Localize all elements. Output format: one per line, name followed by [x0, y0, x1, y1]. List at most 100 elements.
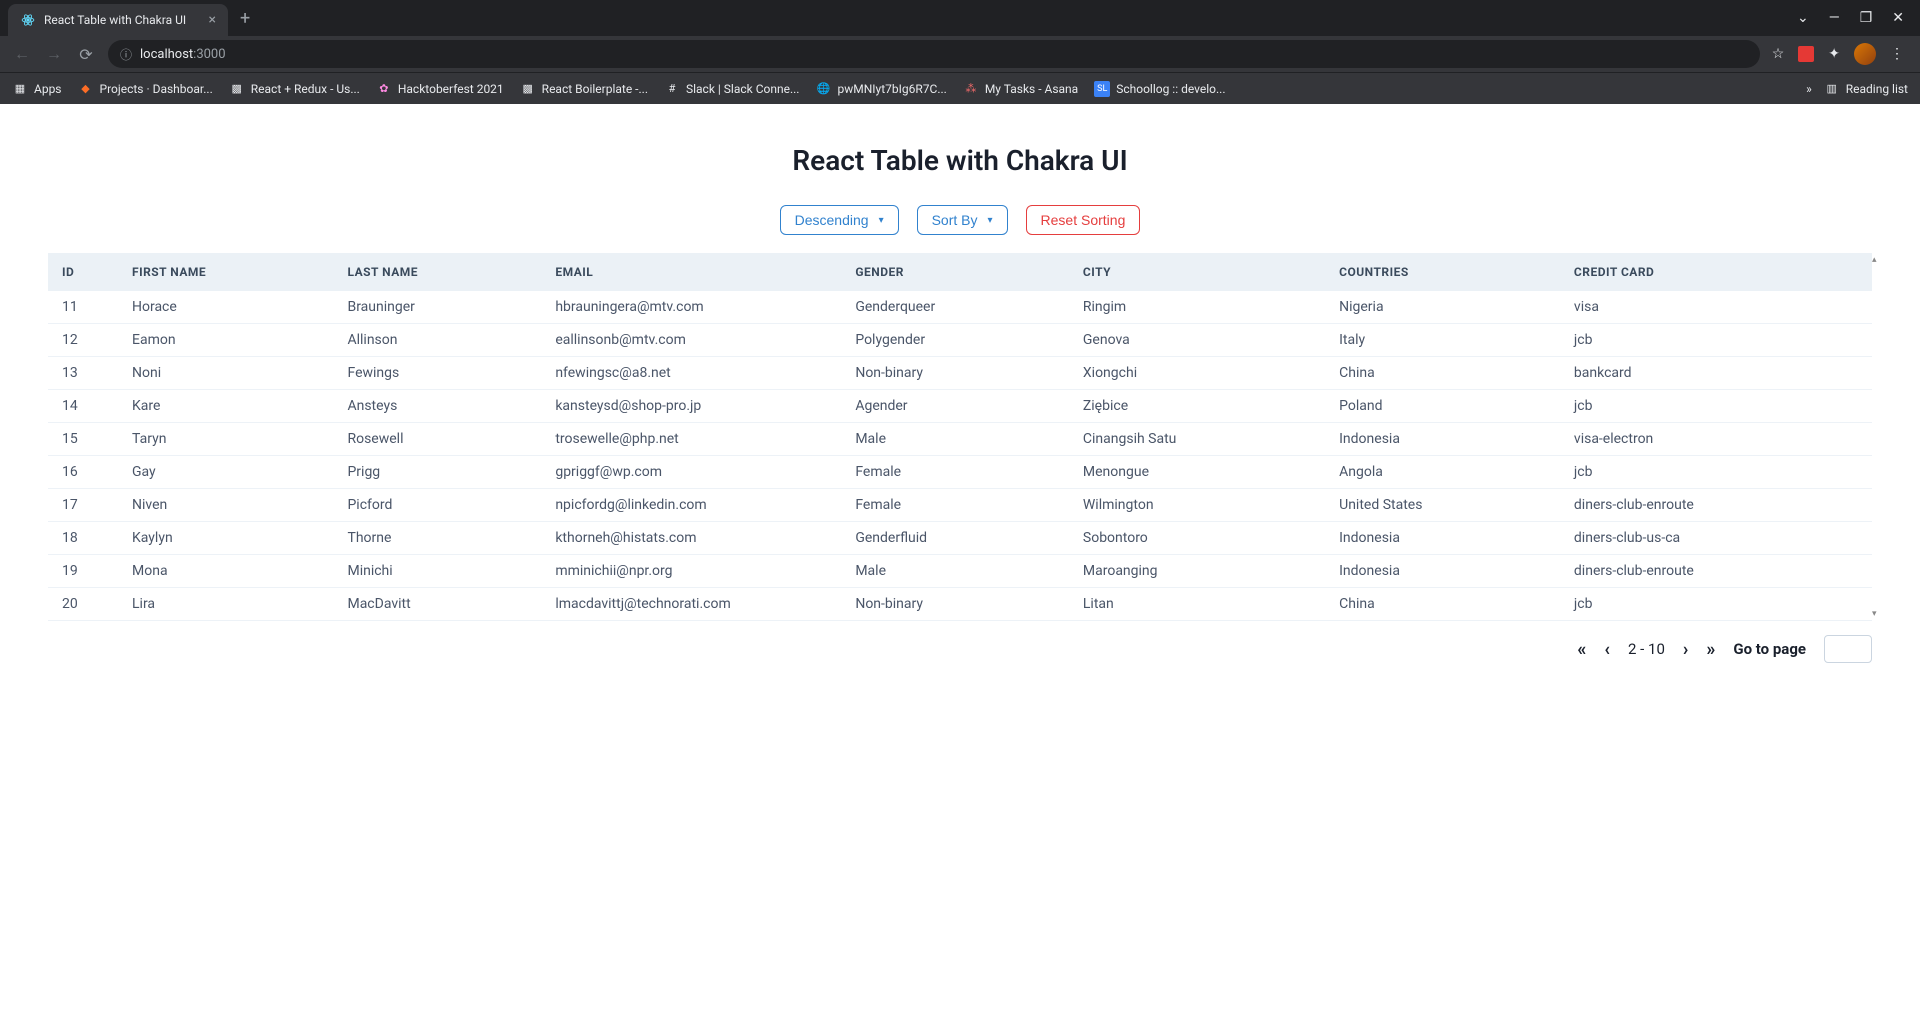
cell-cc: jcb	[1560, 456, 1872, 489]
descending-select[interactable]: Descending▾	[780, 205, 899, 235]
cell-last: Rosewell	[333, 423, 541, 456]
cell-city: Sobontoro	[1069, 522, 1325, 555]
minimize-icon[interactable]: ―	[1829, 10, 1840, 26]
col-city[interactable]: CITY	[1069, 253, 1325, 291]
bookmark-random[interactable]: 🌐pwMNIyt7bIg6R7C...	[815, 81, 946, 97]
close-window-icon[interactable]: ✕	[1892, 10, 1904, 26]
col-last-name[interactable]: LAST NAME	[333, 253, 541, 291]
cell-city: Litan	[1069, 588, 1325, 621]
bookmark-projects[interactable]: ◆Projects · Dashboar...	[78, 81, 213, 97]
extensions-icon[interactable]: ✦	[1828, 46, 1840, 62]
prev-page-button[interactable]: ‹	[1604, 639, 1610, 660]
cell-country: China	[1325, 588, 1560, 621]
star-icon[interactable]: ☆	[1772, 46, 1785, 62]
cell-city: Ringim	[1069, 291, 1325, 324]
sort-by-select[interactable]: Sort By▾	[917, 205, 1008, 235]
cell-id: 19	[48, 555, 118, 588]
address-bar[interactable]: ⓘ localhost:3000	[108, 40, 1760, 68]
info-icon: ⓘ	[120, 46, 132, 63]
cell-email: lmacdavittj@technorati.com	[541, 588, 841, 621]
browser-toolbar: ← → ⟳ ⓘ localhost:3000 ☆ ✦ ⋮	[0, 36, 1920, 72]
bookmark-asana[interactable]: ⁂My Tasks - Asana	[963, 81, 1078, 97]
cell-id: 15	[48, 423, 118, 456]
tab-title: React Table with Chakra UI	[44, 13, 201, 27]
scrollbar[interactable]: ▴ ▾	[1870, 253, 1882, 621]
cell-email: kansteysd@shop-pro.jp	[541, 390, 841, 423]
cell-id: 17	[48, 489, 118, 522]
cell-first: Niven	[118, 489, 333, 522]
cell-last: Brauninger	[333, 291, 541, 324]
cell-id: 12	[48, 324, 118, 357]
gitlab-icon: ◆	[78, 81, 94, 97]
avatar[interactable]	[1854, 43, 1876, 65]
cell-country: Indonesia	[1325, 423, 1560, 456]
cell-gender: Female	[841, 456, 1069, 489]
go-to-page-input[interactable]	[1824, 635, 1872, 663]
first-page-button[interactable]: «	[1577, 639, 1586, 660]
menu-icon[interactable]: ⋮	[1890, 46, 1904, 62]
table-row: 11HoraceBrauningerhbrauningera@mtv.comGe…	[48, 291, 1872, 324]
bookmark-apps[interactable]: ▦Apps	[12, 81, 62, 97]
cell-id: 11	[48, 291, 118, 324]
reload-icon[interactable]: ⟳	[76, 45, 96, 64]
globe-icon: 🌐	[815, 81, 831, 97]
last-page-button[interactable]: »	[1706, 639, 1715, 660]
table-row: 15TarynRosewelltrosewelle@php.netMaleCin…	[48, 423, 1872, 456]
cell-cc: jcb	[1560, 390, 1872, 423]
cell-first: Horace	[118, 291, 333, 324]
cell-cc: visa-electron	[1560, 423, 1872, 456]
cell-last: Minichi	[333, 555, 541, 588]
schoollog-icon: SL	[1094, 81, 1110, 97]
table-row: 16GayPrigggpriggf@wp.comFemaleMenongueAn…	[48, 456, 1872, 489]
col-first-name[interactable]: FIRST NAME	[118, 253, 333, 291]
cell-gender: Agender	[841, 390, 1069, 423]
close-icon[interactable]: ×	[209, 12, 216, 28]
cell-id: 20	[48, 588, 118, 621]
hacktoberfest-icon: ✿	[376, 81, 392, 97]
cell-city: Menongue	[1069, 456, 1325, 489]
cell-first: Taryn	[118, 423, 333, 456]
new-tab-button[interactable]: +	[228, 8, 262, 29]
cell-email: trosewelle@php.net	[541, 423, 841, 456]
cell-gender: Non-binary	[841, 588, 1069, 621]
col-credit-card[interactable]: CREDIT CARD	[1560, 253, 1872, 291]
scroll-down-icon[interactable]: ▾	[1872, 609, 1877, 619]
cell-cc: diners-club-enroute	[1560, 489, 1872, 522]
bookmark-react-redux[interactable]: ▩React + Redux - Us...	[229, 81, 360, 97]
cell-gender: Non-binary	[841, 357, 1069, 390]
cell-country: China	[1325, 357, 1560, 390]
next-page-button[interactable]: ›	[1683, 639, 1688, 660]
table-container: ID FIRST NAME LAST NAME EMAIL GENDER CIT…	[48, 253, 1872, 621]
back-icon[interactable]: ←	[12, 44, 32, 64]
scroll-up-icon[interactable]: ▴	[1872, 255, 1877, 265]
extension-icon[interactable]	[1798, 46, 1814, 62]
cell-gender: Male	[841, 555, 1069, 588]
page-content: React Table with Chakra UI Descending▾ S…	[0, 104, 1920, 683]
bookmark-boilerplate[interactable]: ▩React Boilerplate -...	[520, 81, 648, 97]
col-email[interactable]: EMAIL	[541, 253, 841, 291]
bookmark-hacktoberfest[interactable]: ✿Hacktoberfest 2021	[376, 81, 504, 97]
cell-email: eallinsonb@mtv.com	[541, 324, 841, 357]
cell-email: nfewingsc@a8.net	[541, 357, 841, 390]
cell-first: Gay	[118, 456, 333, 489]
cell-email: npicfordg@linkedin.com	[541, 489, 841, 522]
cell-first: Noni	[118, 357, 333, 390]
reading-list-button[interactable]: ▥Reading list	[1824, 81, 1908, 97]
url-text: localhost:3000	[140, 47, 226, 62]
col-id[interactable]: ID	[48, 253, 118, 291]
cell-gender: Genderqueer	[841, 291, 1069, 324]
browser-tab[interactable]: React Table with Chakra UI ×	[8, 4, 228, 36]
bookmark-schoollog[interactable]: SLSchoollog :: develo...	[1094, 81, 1225, 97]
chevron-down-icon[interactable]: ⌄	[1797, 10, 1809, 26]
forward-icon[interactable]: →	[44, 44, 64, 64]
col-gender[interactable]: GENDER	[841, 253, 1069, 291]
maximize-icon[interactable]: ❐	[1860, 10, 1873, 26]
bookmark-slack[interactable]: #Slack | Slack Conne...	[664, 81, 800, 97]
col-countries[interactable]: COUNTRIES	[1325, 253, 1560, 291]
react-icon	[20, 12, 36, 28]
reset-sorting-button[interactable]: Reset Sorting	[1026, 205, 1141, 235]
bookmarks-overflow[interactable]: »	[1806, 82, 1812, 96]
cell-email: mminichii@npr.org	[541, 555, 841, 588]
cell-city: Genova	[1069, 324, 1325, 357]
cell-email: kthorneh@histats.com	[541, 522, 841, 555]
